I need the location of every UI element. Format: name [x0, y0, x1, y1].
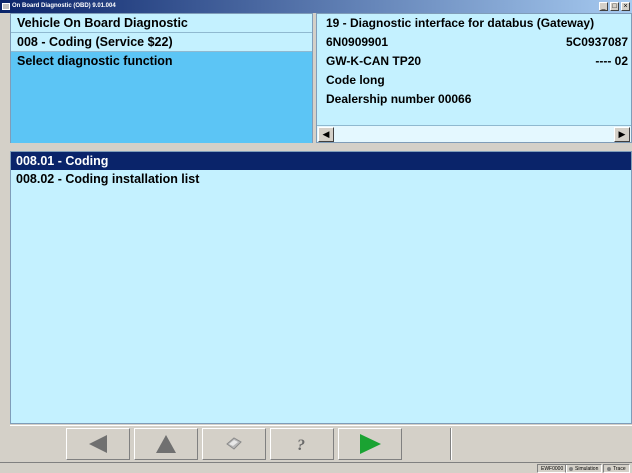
control-unit-name-label: 19 - Diagnostic interface for databus (G…: [326, 16, 595, 30]
list-item-coding[interactable]: 008.01 - Coding: [11, 152, 631, 170]
window-title: On Board Diagnostic (OBD) 9.01.004: [12, 3, 116, 9]
trace-indicator-icon: [607, 466, 611, 471]
navigation-toolbar: ?: [10, 425, 632, 461]
simulation-indicator-icon: [569, 466, 573, 471]
minimize-button[interactable]: _: [599, 2, 608, 11]
dealership-number: Dealership number 00066: [326, 92, 472, 106]
control-unit-name: 19 - Diagnostic interface for databus (G…: [317, 14, 631, 33]
control-unit-info-panel: 19 - Diagnostic interface for databus (G…: [316, 13, 632, 143]
status-ewf: EWF0000: [537, 464, 568, 473]
list-item-coding-installation-list[interactable]: 008.02 - Coding installation list: [11, 170, 631, 188]
app-icon: [2, 3, 10, 10]
toolbar-separator: [450, 428, 452, 460]
part-number: 6N0909901: [326, 35, 389, 49]
part-number-alt: 5C0937087: [565, 35, 628, 49]
play-arrow-icon: [360, 434, 381, 454]
help-button[interactable]: ?: [270, 428, 334, 460]
scroll-left-button[interactable]: ◀: [318, 127, 334, 142]
status-bar: EWF0000 Simulation Trace: [0, 462, 632, 473]
status-simulation-label: Simulation: [575, 466, 599, 472]
coding-type: Code long: [317, 71, 631, 90]
coding-type-label: Code long: [326, 73, 385, 87]
select-function-prompt: Select diagnostic function: [11, 52, 312, 143]
title-bar: On Board Diagnostic (OBD) 9.01.004 _ □ ×: [0, 0, 632, 13]
arrow-up-icon: [156, 435, 176, 453]
status-trace-label: Trace: [613, 466, 626, 472]
close-button[interactable]: ×: [621, 2, 630, 11]
go-button[interactable]: [338, 428, 402, 460]
horizontal-scrollbar[interactable]: ◀ ▶: [317, 125, 631, 142]
component-row: GW-K-CAN TP20 ---- 02: [317, 52, 631, 71]
printer-icon: [226, 437, 242, 450]
question-mark-icon: ?: [297, 437, 305, 453]
back-button[interactable]: [66, 428, 130, 460]
dealership-row: Dealership number 00066: [317, 90, 631, 109]
print-button[interactable]: [202, 428, 266, 460]
arrow-left-icon: [89, 435, 107, 453]
component-name: GW-K-CAN TP20: [326, 54, 422, 68]
function-list: 008.01 - Coding 008.02 - Coding installa…: [10, 151, 632, 424]
component-version: ---- 02: [595, 54, 628, 68]
status-trace: Trace: [603, 464, 630, 473]
part-number-row: 6N0909901 5C0937087: [317, 33, 631, 52]
service-title: 008 - Coding (Service $22): [11, 33, 312, 52]
scroll-right-button[interactable]: ▶: [614, 127, 630, 142]
maximize-button[interactable]: □: [610, 2, 619, 11]
function-panel: Vehicle On Board Diagnostic 008 - Coding…: [10, 13, 313, 143]
up-button[interactable]: [134, 428, 198, 460]
svg-text:?: ?: [297, 437, 305, 453]
vehicle-title: Vehicle On Board Diagnostic: [11, 14, 312, 33]
status-simulation: Simulation: [565, 464, 603, 473]
